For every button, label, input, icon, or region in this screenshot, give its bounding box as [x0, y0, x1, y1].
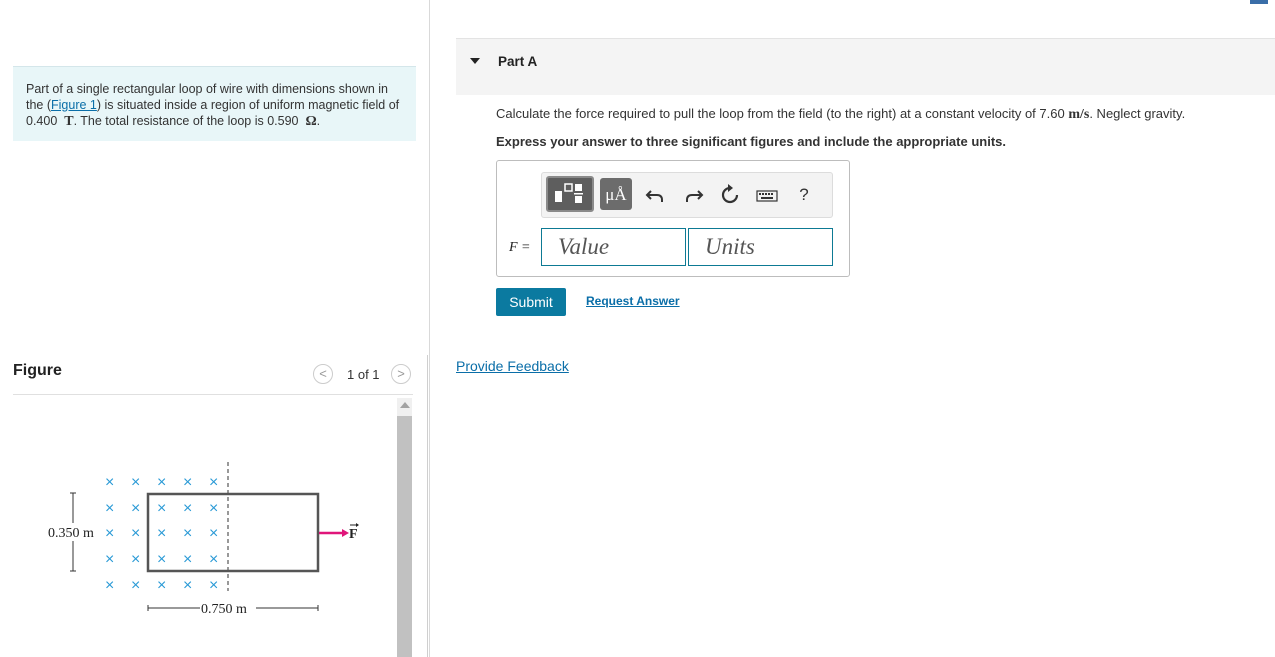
field-x-mark: × [157, 551, 166, 568]
field-x-mark: × [157, 577, 166, 594]
value-input[interactable]: Value [541, 228, 686, 266]
field-x-mark: × [131, 551, 140, 568]
collapse-caret-icon[interactable] [470, 58, 480, 64]
figure-next-button[interactable]: > [391, 364, 411, 384]
field-unit: T [64, 114, 74, 129]
reset-icon[interactable] [718, 183, 742, 207]
field-x-mark: × [209, 577, 218, 594]
field-x-mark: × [183, 474, 192, 491]
field-x-mark: × [157, 500, 166, 517]
part-title[interactable]: Part A [498, 54, 537, 69]
field-value: 0.400 [26, 114, 58, 128]
field-x-mark: × [209, 474, 218, 491]
force-label: F [349, 527, 358, 542]
field-x-mark: × [105, 577, 114, 594]
undo-icon[interactable] [644, 183, 668, 207]
help-icon[interactable]: ? [792, 183, 816, 207]
figure-link[interactable]: Figure 1 [51, 98, 97, 112]
problem-statement: Part of a single rectangular loop of wir… [13, 66, 416, 141]
figure-prev-button[interactable]: < [313, 364, 333, 384]
field-x-mark: × [209, 525, 218, 542]
width-label: 0.750 m [201, 602, 247, 617]
field-x-mark: × [105, 551, 114, 568]
column-divider-lower [427, 355, 428, 657]
problem-text-4: . [316, 114, 321, 128]
submit-button[interactable]: Submit [496, 288, 566, 316]
field-x-mark: × [131, 500, 140, 517]
field-x-mark: × [157, 525, 166, 542]
height-label: 0.350 m [48, 526, 94, 541]
field-x-mark: × [209, 500, 218, 517]
field-x-mark: × [105, 525, 114, 542]
instruction-text: Express your answer to three significant… [496, 134, 1006, 149]
field-x-mark: × [183, 551, 192, 568]
provide-feedback-link[interactable]: Provide Feedback [456, 358, 569, 374]
column-divider [429, 0, 430, 657]
field-x-mark: × [183, 577, 192, 594]
variable-label: F = [509, 240, 531, 255]
field-x-mark: × [131, 474, 140, 491]
field-x-mark: × [209, 551, 218, 568]
question-unit: m/s [1068, 107, 1090, 122]
field-x-mark: × [183, 500, 192, 517]
question-text: Calculate the force required to pull the… [496, 106, 1185, 123]
figure-diagram: × × × × × × × × × × × × × × × × × × × × × × × × × 0.350 m 0.750 … [47, 462, 359, 617]
units-input[interactable]: Units [688, 228, 833, 266]
field-x-mark: × [183, 525, 192, 542]
redo-icon[interactable] [681, 183, 705, 207]
field-x-mark: × [157, 474, 166, 491]
figure-divider [13, 394, 413, 395]
problem-text-2: ) is situated inside a region of uniform… [96, 98, 400, 112]
figure-title: Figure [13, 362, 62, 379]
field-x-mark: × [131, 525, 140, 542]
field-x-mark: × [131, 577, 140, 594]
problem-text-3: . The total resistance of the loop is [73, 114, 268, 128]
question-post: . Neglect gravity. [1089, 106, 1186, 121]
figure-scroll-thumb[interactable] [397, 416, 412, 657]
corner-icon[interactable] [1250, 0, 1268, 4]
request-answer-link[interactable]: Request Answer [586, 294, 680, 308]
templates-icon[interactable] [546, 176, 594, 212]
units-icon[interactable]: μÅ [600, 178, 632, 210]
question-pre: Calculate the force required to pull the… [496, 106, 1069, 121]
resistance-unit: Ω [305, 114, 317, 129]
part-header[interactable] [456, 39, 1275, 95]
figure-pager: 1 of 1 [347, 367, 380, 382]
wire-loop [146, 492, 320, 573]
keyboard-icon[interactable] [755, 183, 779, 207]
resistance-value: 0.590 [267, 114, 299, 128]
scroll-up-icon[interactable] [400, 402, 410, 408]
field-x-mark: × [105, 500, 114, 517]
field-x-mark: × [105, 474, 114, 491]
